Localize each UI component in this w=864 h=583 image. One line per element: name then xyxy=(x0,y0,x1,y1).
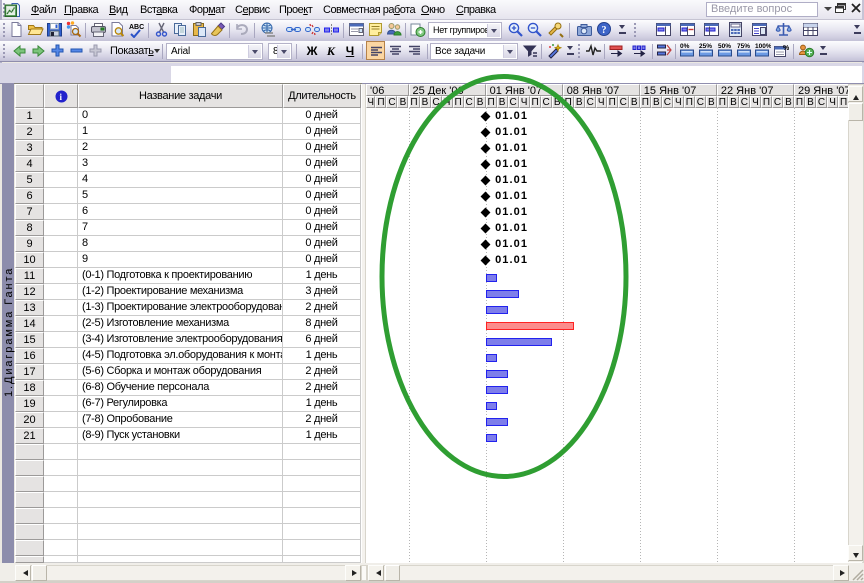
svg-text:ABC: ABC xyxy=(129,24,144,31)
svg-text:50%: 50% xyxy=(718,43,731,50)
svg-text:25%: 25% xyxy=(699,43,712,50)
svg-text:%: % xyxy=(783,45,790,52)
svg-text:75%: 75% xyxy=(737,43,750,50)
svg-text:?: ? xyxy=(602,25,607,36)
svg-text:0%: 0% xyxy=(680,43,690,50)
svg-text:100%: 100% xyxy=(755,43,771,50)
